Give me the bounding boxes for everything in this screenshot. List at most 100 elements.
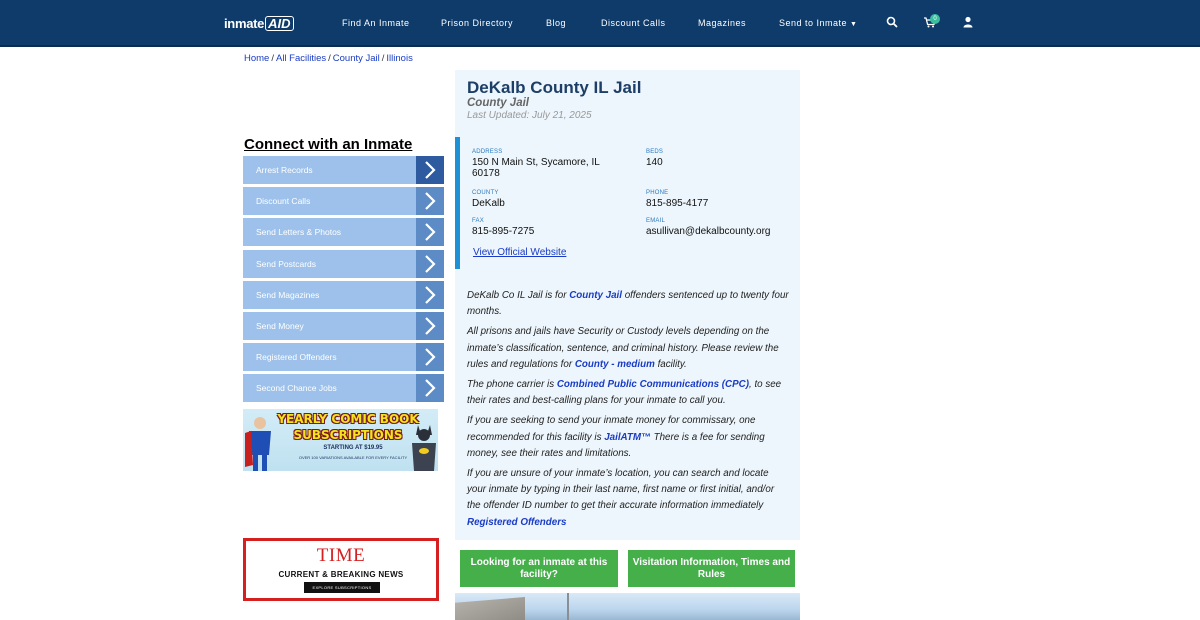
top-navigation-bar: inmate AID Find An Inmate Prison Directo… <box>0 0 1200 47</box>
description-paragraph: If you are unsure of your inmate’s locat… <box>467 466 790 531</box>
facility-type: County Jail <box>467 97 529 109</box>
user-icon[interactable] <box>961 15 975 29</box>
breadcrumb-separator: / <box>381 53 385 64</box>
visitation-info-button[interactable]: Visitation Information, Times and Rules <box>628 550 795 587</box>
jailatm-link[interactable]: JailATM™ <box>604 432 651 443</box>
phone-label: PHONE <box>646 190 669 196</box>
address-field: ADDRESS 150 N Main St, Sycamore, IL 6017… <box>472 149 622 179</box>
nav-magazines[interactable]: Magazines <box>698 18 746 28</box>
description-text: facility. <box>654 358 687 370</box>
sidebar-item-label: Send Letters & Photos <box>256 227 342 238</box>
find-inmate-button[interactable]: Looking for an inmate at this facility? <box>460 550 618 587</box>
comic-ad-headline: YEARLY COMIC BOOK <box>277 412 419 426</box>
sidebar-item-arrest-records[interactable]: Arrest Records <box>243 156 444 184</box>
chevron-right-icon <box>416 343 444 372</box>
comic-ad-tagline: OVER 100 VARIATIONS AVAILABLE FOR EVERY … <box>298 455 408 460</box>
chevron-right-icon <box>416 156 444 184</box>
address-label: ADDRESS <box>472 149 503 155</box>
time-explore-button[interactable]: EXPLORE SUBSCRIPTIONS <box>304 582 380 593</box>
sidebar-item-registered-offenders[interactable]: Registered Offenders <box>243 343 444 372</box>
photo-building-roof <box>455 597 525 620</box>
sidebar-menu: Arrest Records Discount Calls Send Lette… <box>243 156 444 406</box>
description-paragraph: The phone carrier is Combined Public Com… <box>467 377 790 409</box>
chevron-right-icon <box>416 280 444 309</box>
nav-prison-directory[interactable]: Prison Directory <box>441 18 513 28</box>
beds-value: 140 <box>646 157 663 168</box>
description-text: DeKalb Co IL Jail is for <box>467 290 570 301</box>
nav-links: Find An Inmate Prison Directory Blog Dis… <box>0 0 1200 47</box>
email-label: EMAIL <box>646 218 666 224</box>
description-text: If you are unsure of your inmate’s locat… <box>467 468 775 512</box>
facility-description: DeKalb Co IL Jail is for County Jail off… <box>467 288 790 535</box>
breadcrumb-separator: / <box>271 53 274 64</box>
time-logo: TIME <box>316 545 366 566</box>
email-field: EMAIL asullivan@dekalbcounty.org <box>646 218 798 237</box>
nav-blog[interactable]: Blog <box>546 18 566 28</box>
beds-field: BEDS 140 <box>646 149 796 168</box>
phone-carrier-link[interactable]: Combined Public Communications (CPC) <box>557 379 749 390</box>
sidebar-item-label: Discount Calls <box>256 196 311 207</box>
official-website-link[interactable]: View Official Website <box>473 247 566 258</box>
sidebar-item-label: Send Postcards <box>256 258 317 269</box>
sidebar-item-label: Send Money <box>256 320 304 331</box>
beds-label: BEDS <box>646 149 664 155</box>
sidebar-item-second-chance-jobs[interactable]: Second Chance Jobs <box>243 374 444 403</box>
nav-send-to-inmate[interactable]: Send to Inmate ▼ <box>779 18 857 28</box>
breadcrumb-all-facilities[interactable]: All Facilities <box>276 53 326 64</box>
breadcrumb-separator: / <box>328 53 331 64</box>
sidebar-title: Connect with an Inmate <box>244 136 413 153</box>
comic-ad-price: STARTING AT $19.95 <box>323 445 383 451</box>
chevron-right-icon <box>416 374 444 403</box>
nav-send-to-inmate-label: Send to Inmate <box>779 18 848 28</box>
facility-info-card: ADDRESS 150 N Main St, Sycamore, IL 6017… <box>455 137 800 269</box>
description-paragraph: All prisons and jails have Security or C… <box>467 324 790 373</box>
description-paragraph: If you are seeking to send your inmate m… <box>467 413 790 462</box>
facility-panel: DeKalb County IL Jail County Jail Last U… <box>455 70 800 540</box>
sidebar-item-send-letters-photos[interactable]: Send Letters & Photos <box>243 218 444 247</box>
sidebar-item-send-magazines[interactable]: Send Magazines <box>243 280 444 309</box>
county-field: COUNTY DeKalb <box>472 190 622 209</box>
last-updated: Last Updated: July 21, 2025 <box>467 110 592 121</box>
page-title: DeKalb County IL Jail <box>467 78 642 97</box>
sidebar-item-label: Registered Offenders <box>256 352 337 363</box>
county-jail-link[interactable]: County Jail <box>569 290 622 301</box>
facility-photo <box>455 593 800 620</box>
county-medium-link[interactable]: County - medium <box>575 359 655 370</box>
sidebar-item-send-postcards[interactable]: Send Postcards <box>243 249 444 278</box>
fax-label: FAX <box>472 218 484 224</box>
sidebar-item-discount-calls[interactable]: Discount Calls <box>243 187 444 216</box>
nav-discount-calls[interactable]: Discount Calls <box>601 18 666 28</box>
photo-light-pole <box>567 593 569 620</box>
comic-subscription-ad[interactable]: YEARLY COMIC BOOK SUBSCRIPTIONS STARTING… <box>243 409 438 471</box>
chevron-right-icon <box>416 187 444 216</box>
breadcrumb: Home / All Facilities / County Jail / Illinois <box>244 53 413 64</box>
chevron-right-icon <box>416 249 444 278</box>
breadcrumb-home[interactable]: Home <box>244 53 269 64</box>
caret-down-icon: ▼ <box>850 21 858 28</box>
sidebar-item-label: Arrest Records <box>256 165 313 175</box>
time-ad-subtitle: CURRENT & BREAKING NEWS <box>278 570 404 579</box>
nav-find-an-inmate[interactable]: Find An Inmate <box>342 18 410 28</box>
email-value[interactable]: asullivan@dekalbcounty.org <box>646 226 798 237</box>
phone-field: PHONE 815-895-4177 <box>646 190 796 209</box>
sidebar-item-label: Send Magazines <box>256 289 320 300</box>
description-paragraph: DeKalb Co IL Jail is for County Jail off… <box>467 288 790 320</box>
sidebar-item-send-money[interactable]: Send Money <box>243 311 444 340</box>
chevron-right-icon <box>416 311 444 340</box>
fax-value: 815-895-7275 <box>472 226 535 237</box>
breadcrumb-county-jail[interactable]: County Jail <box>333 53 380 64</box>
county-value: DeKalb <box>472 198 505 209</box>
sidebar-item-label: Second Chance Jobs <box>256 383 337 394</box>
breadcrumb-illinois[interactable]: Illinois <box>386 53 412 64</box>
search-icon[interactable] <box>885 15 899 29</box>
time-magazine-ad[interactable]: TIME CURRENT & BREAKING NEWS EXPLORE SUB… <box>243 538 439 601</box>
address-value: 150 N Main St, Sycamore, IL 60178 <box>472 157 600 179</box>
fax-field: FAX 815-895-7275 <box>472 218 622 237</box>
chevron-right-icon <box>416 218 444 247</box>
county-label: COUNTY <box>472 190 499 196</box>
comic-ad-headline-2: SUBSCRIPTIONS <box>293 428 403 442</box>
phone-value[interactable]: 815-895-4177 <box>646 198 796 209</box>
registered-offenders-link[interactable]: Registered Offenders <box>467 517 566 528</box>
cart-count-badge: 0 <box>930 14 940 24</box>
description-text: The phone carrier is <box>467 379 557 391</box>
